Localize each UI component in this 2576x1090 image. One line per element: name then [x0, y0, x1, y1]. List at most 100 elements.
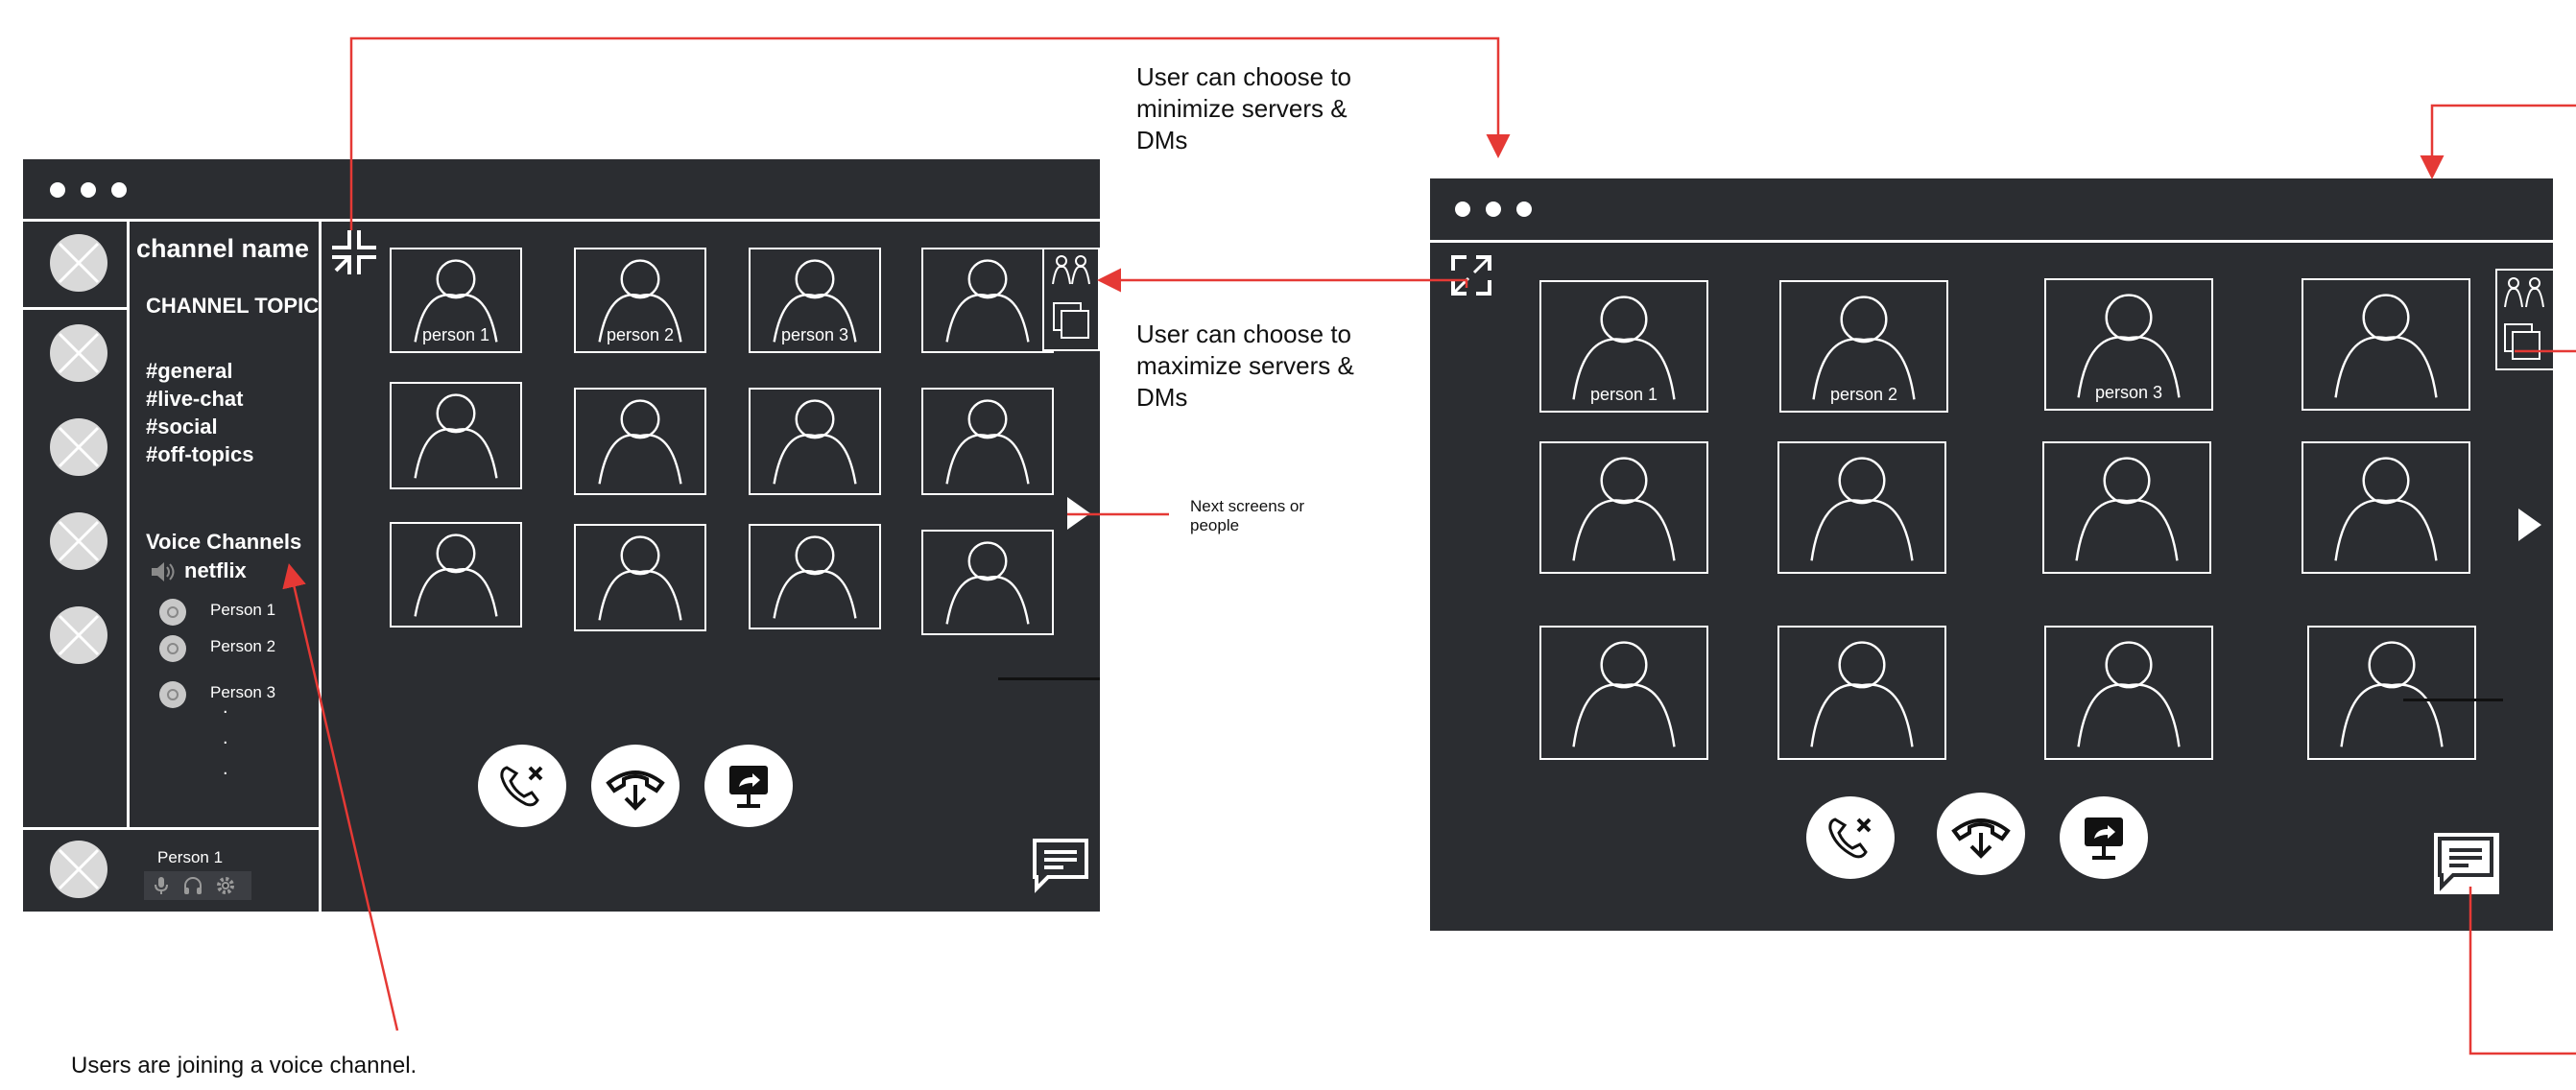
- window-dot[interactable]: [81, 182, 96, 198]
- text-channel-general[interactable]: #general: [146, 359, 233, 384]
- user-name: Person 1: [157, 848, 224, 866]
- video-tile[interactable]: [2302, 278, 2470, 411]
- person-icon: [1810, 641, 1914, 747]
- minimize-note: User can choose to minimize servers & DM…: [1136, 62, 1352, 154]
- window-dot[interactable]: [111, 182, 127, 198]
- end-call-button[interactable]: [478, 745, 566, 827]
- person-icon: [598, 535, 682, 621]
- person-icon: [1572, 457, 1676, 561]
- voice-member[interactable]: Person 3: [210, 683, 275, 702]
- headset-icon[interactable]: [182, 875, 203, 896]
- share-screen-button[interactable]: [704, 745, 793, 827]
- video-tile[interactable]: [921, 388, 1054, 495]
- right-window: person 1 person 2 person 3: [1430, 178, 2555, 931]
- hangup-icon: [606, 770, 665, 811]
- video-tile[interactable]: [1539, 626, 1708, 760]
- popout-icon[interactable]: [1050, 299, 1094, 344]
- video-tile[interactable]: [2042, 441, 2211, 574]
- panel-arrow-top: [2420, 104, 2576, 179]
- maximize-arrow: [1097, 268, 1468, 293]
- video-tile[interactable]: [749, 388, 881, 495]
- window-dot[interactable]: [1516, 201, 1532, 217]
- channel-name: channel name: [136, 234, 310, 263]
- share-screen-button[interactable]: [2060, 796, 2148, 879]
- video-tile[interactable]: [574, 388, 706, 495]
- next-arrow-icon[interactable]: [1063, 493, 1092, 533]
- video-tile[interactable]: [390, 382, 522, 489]
- chat-icon[interactable]: [2436, 835, 2495, 892]
- person-icon: [2340, 641, 2444, 747]
- server-top-divider: [23, 307, 127, 310]
- popout-icon[interactable]: [2501, 320, 2547, 367]
- person-icon: [1810, 457, 1914, 561]
- people-icon[interactable]: [1048, 251, 1094, 290]
- left-window: channel name CHANNEL TOPIC #general #liv…: [23, 159, 1100, 912]
- hangup-icon: [1951, 818, 2011, 859]
- window-dot[interactable]: [50, 182, 65, 198]
- video-tile[interactable]: [2044, 626, 2213, 760]
- window-dot[interactable]: [1486, 201, 1501, 217]
- server-avatar[interactable]: [48, 232, 109, 294]
- channel-divider: [319, 219, 322, 912]
- video-tile[interactable]: person 3: [749, 248, 881, 353]
- person-icon: [945, 399, 1030, 485]
- gear-icon[interactable]: [215, 875, 236, 896]
- speaker-icon: [152, 562, 175, 581]
- person-icon: [2334, 457, 2438, 561]
- minimize-icon[interactable]: [328, 226, 380, 278]
- video-tile[interactable]: [921, 248, 1054, 353]
- people-icon[interactable]: [2499, 272, 2549, 313]
- server-avatar[interactable]: [48, 322, 109, 384]
- tile-label: person 1: [421, 325, 490, 344]
- tile-label: person 2: [606, 325, 675, 344]
- video-tile[interactable]: [2307, 626, 2476, 760]
- person-icon: [945, 259, 1030, 343]
- text-channel-off-topics[interactable]: #off-topics: [146, 442, 253, 467]
- video-tile[interactable]: person 1: [1539, 280, 1708, 413]
- end-call-icon: [1828, 818, 1872, 859]
- hangup-button[interactable]: [1937, 793, 2025, 875]
- server-avatar[interactable]: [48, 510, 109, 572]
- tile-label: person 3: [780, 325, 849, 344]
- next-note: Next screens or people: [1190, 497, 1305, 534]
- text-channel-live-chat[interactable]: #live-chat: [146, 387, 244, 412]
- server-avatar[interactable]: [48, 604, 109, 666]
- video-tile[interactable]: [1777, 441, 1946, 574]
- video-tile[interactable]: person 3: [2044, 278, 2213, 411]
- video-tile[interactable]: [749, 524, 881, 629]
- end-call-icon: [500, 766, 543, 807]
- tile-label: person 3: [2094, 383, 2163, 402]
- video-tile[interactable]: [574, 524, 706, 631]
- next-arrow-icon[interactable]: [2515, 505, 2543, 545]
- person-icon: [2077, 641, 2181, 747]
- video-tile[interactable]: person 2: [1779, 280, 1948, 413]
- person-icon: [1572, 641, 1676, 747]
- person-icon: [773, 535, 857, 619]
- hangup-button[interactable]: [591, 745, 680, 827]
- chat-icon[interactable]: [1031, 837, 1090, 894]
- underline-mark: [2403, 699, 2503, 701]
- window-dot[interactable]: [1455, 201, 1470, 217]
- title-divider: [1430, 240, 2553, 243]
- voice-member[interactable]: Person 1: [210, 601, 275, 620]
- video-tile[interactable]: [2302, 441, 2470, 574]
- user-avatar[interactable]: [48, 839, 109, 900]
- video-tile[interactable]: [1539, 441, 1708, 574]
- voice-member[interactable]: Person 2: [210, 637, 275, 656]
- person-icon: [414, 393, 498, 479]
- video-tile[interactable]: person 2: [574, 248, 706, 353]
- voice-channels-header: Voice Channels: [146, 530, 302, 554]
- video-tile[interactable]: [921, 530, 1054, 635]
- voice-channel-netflix[interactable]: netflix: [184, 558, 247, 583]
- video-tile[interactable]: [1777, 626, 1946, 760]
- text-channel-social[interactable]: #social: [146, 415, 218, 439]
- maximize-icon[interactable]: [1449, 253, 1493, 297]
- end-call-button[interactable]: [1806, 796, 1895, 879]
- mic-icon[interactable]: [152, 875, 171, 896]
- tile-label: person 1: [1589, 385, 1658, 404]
- video-tile[interactable]: person 1: [390, 248, 522, 353]
- video-tile[interactable]: [390, 522, 522, 628]
- share-screen-icon: [729, 766, 768, 808]
- server-divider: [127, 219, 130, 827]
- server-avatar[interactable]: [48, 416, 109, 478]
